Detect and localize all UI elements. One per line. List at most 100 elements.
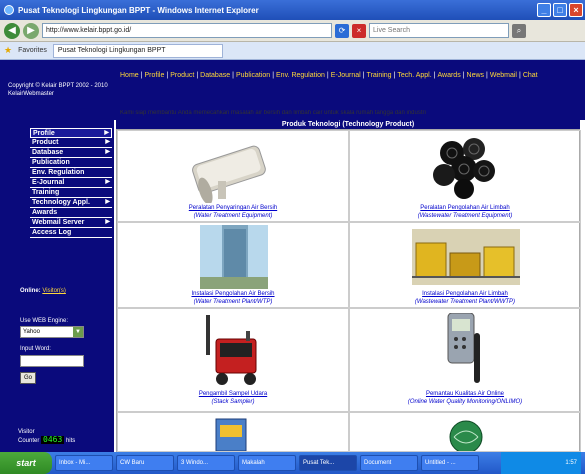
counter-digits: 0463 (41, 435, 65, 444)
product-cell[interactable]: Instalasi Pengolahan Air Limbah (Wastewa… (349, 222, 581, 308)
product-name[interactable]: Instalasi Pengolahan Air Limbah (350, 291, 580, 297)
sidebar-item[interactable]: Publication (30, 158, 112, 168)
nav-link[interactable]: Training (367, 72, 392, 79)
product-cell[interactable]: Peralatan Pengolahan Air Limbah (Wastewa… (349, 130, 581, 222)
search-input[interactable]: Live Search (369, 23, 509, 38)
nav-link[interactable]: Webmail (490, 72, 517, 79)
software-box-image (215, 418, 247, 451)
product-cell[interactable]: Instalasi Pengolahan Air Bersih (Water T… (117, 222, 349, 308)
nav-separator: | (140, 72, 143, 79)
keyword-label: Input Word: (20, 346, 51, 352)
nav-link[interactable]: Database (200, 72, 230, 79)
minimize-button[interactable]: _ (537, 3, 551, 17)
sidebar-item-label: Awards (32, 209, 58, 216)
tagline: Kami siap membantu Anda memecahkan masal… (120, 110, 426, 116)
product-name[interactable]: Pengambil Sampel Udara (118, 391, 348, 397)
top-nav: Home | Profile | Product | Database | Publicatio… (120, 72, 538, 79)
nav-link[interactable]: Chat (523, 72, 538, 79)
product-cell[interactable]: Pengambil Sampel Udara (Stack Sampler) (117, 308, 349, 412)
nav-separator: | (196, 72, 199, 79)
sidebar-item[interactable]: Product ▶ (30, 138, 112, 148)
tab-active[interactable]: Pusat Teknologi Lingkungan BPPT (52, 43, 223, 58)
window-controls: _ □ × (537, 3, 583, 17)
stop-icon[interactable]: × (352, 23, 366, 38)
clock: 1:57 (565, 460, 577, 466)
back-button[interactable]: ◀ (4, 22, 20, 39)
sidebar-item-label: Product (32, 139, 59, 146)
keyword-input[interactable] (20, 355, 84, 367)
products-grid: Peralatan Penyaringan Air Bersih (Water … (116, 129, 581, 452)
visitor-link[interactable]: Visitor(s) (42, 288, 66, 294)
nav-link[interactable]: E-Journal (331, 72, 361, 79)
water-filter-image (192, 145, 266, 203)
search-icon[interactable]: ⌕ (512, 23, 526, 38)
sidebar-item[interactable]: Database ▶ (30, 148, 112, 158)
start-button[interactable]: start (0, 452, 52, 474)
sidebar-menu: Profile ▶ Product ▶ Database ▶ Publication Env.… (30, 128, 112, 238)
sidebar-item[interactable]: Awards (30, 208, 112, 218)
product-cell[interactable]: Pemantau Kualitas Air Online (Online Wat… (349, 308, 581, 412)
nav-separator: | (433, 72, 436, 79)
nav-link[interactable]: Awards (437, 72, 460, 79)
taskbar-item[interactable]: Inbox - Mi... (55, 455, 113, 471)
close-button[interactable]: × (569, 3, 583, 17)
nav-separator: | (393, 72, 396, 79)
chevron-right-icon: ▶ (105, 199, 110, 205)
nav-link[interactable]: Product (170, 72, 194, 79)
nav-separator: | (362, 72, 365, 79)
sidebar-item-label: Env. Regulation (32, 169, 85, 176)
product-name[interactable]: Peralatan Pengolahan Air Limbah (350, 205, 580, 211)
nav-link[interactable]: Env. Regulation (276, 72, 325, 79)
star-icon[interactable]: ★ (4, 45, 12, 56)
taskbar-item[interactable]: 3 Windo... (177, 455, 235, 471)
refresh-icon[interactable]: ⟳ (335, 23, 349, 38)
address-bar[interactable]: http://www.kelair.bppt.go.id/ (42, 23, 332, 38)
product-name[interactable]: Peralatan Penyaringan Air Bersih (118, 205, 348, 211)
taskbar-items: Inbox - Mi... CW Baru 3 Windo... Makalah Pus… (55, 455, 479, 471)
maximize-button[interactable]: □ (553, 3, 567, 17)
product-name[interactable]: Pemantau Kualitas Air Online (350, 391, 580, 397)
product-cell[interactable] (349, 412, 581, 452)
sidebar-item-label: Database (32, 149, 64, 156)
search-placeholder: Live Search (373, 27, 410, 34)
product-name-en: (Stack Sampler) (211, 399, 255, 405)
sidebar-item[interactable]: Webmail Server ▶ (30, 218, 112, 228)
chevron-right-icon: ▶ (105, 149, 110, 155)
product-cell[interactable]: Peralatan Penyaringan Air Bersih (Water … (117, 130, 349, 222)
forward-button[interactable]: ▶ (23, 22, 39, 39)
nav-link[interactable]: Publication (236, 72, 270, 79)
favorites-button[interactable]: Favorites (18, 47, 47, 54)
taskbar-item[interactable]: Document (360, 455, 418, 471)
nav-link[interactable]: Profile (145, 72, 165, 79)
taskbar-item[interactable]: Untitled - ... (421, 455, 479, 471)
taskbar-item[interactable]: Pusat Tek... (299, 455, 357, 471)
nav-separator: | (326, 72, 329, 79)
ie-logo-icon (4, 5, 14, 15)
product-name-en: (Online Water Quality Monitoring/ONLIMO) (407, 399, 523, 405)
taskbar-item[interactable]: CW Baru (116, 455, 174, 471)
sidebar: Profile ▶ Product ▶ Database ▶ Publication Env.… (0, 120, 114, 452)
sidebar-item[interactable]: Access Log (30, 228, 112, 238)
sidebar-item[interactable]: Profile ▶ (30, 128, 112, 138)
chevron-right-icon: ▶ (105, 219, 110, 225)
chevron-right-icon: ▶ (104, 130, 109, 136)
nav-link[interactable]: Home (120, 72, 139, 79)
sidebar-item[interactable]: Technology Appl. ▶ (30, 198, 112, 208)
product-cell[interactable] (117, 412, 349, 452)
tab-title: Pusat Teknologi Lingkungan BPPT (57, 46, 166, 54)
sidebar-item[interactable]: E-Journal ▶ (30, 178, 112, 188)
product-name[interactable]: Instalasi Pengolahan Air Bersih (118, 291, 348, 297)
copyright-text: Copyright © Kelair BPPT 2002 - 2010 Kela… (8, 83, 108, 97)
chevron-right-icon: ▶ (105, 179, 110, 185)
nav-link[interactable]: News (467, 72, 485, 79)
taskbar-item[interactable]: Makalah (238, 455, 296, 471)
nav-separator: | (272, 72, 275, 79)
go-button[interactable]: Go (20, 372, 36, 384)
nav-link[interactable]: Tech. Appl. (397, 72, 431, 79)
online-visitors: Online: Visitor(s) (20, 288, 66, 294)
sidebar-item[interactable]: Training (30, 188, 112, 198)
engine-label: Use WEB Engine: (20, 318, 69, 324)
sidebar-item[interactable]: Env. Regulation (30, 168, 112, 178)
chevron-down-icon[interactable]: ▼ (73, 327, 83, 337)
engine-select[interactable]: Yahoo ▼ (20, 326, 84, 338)
